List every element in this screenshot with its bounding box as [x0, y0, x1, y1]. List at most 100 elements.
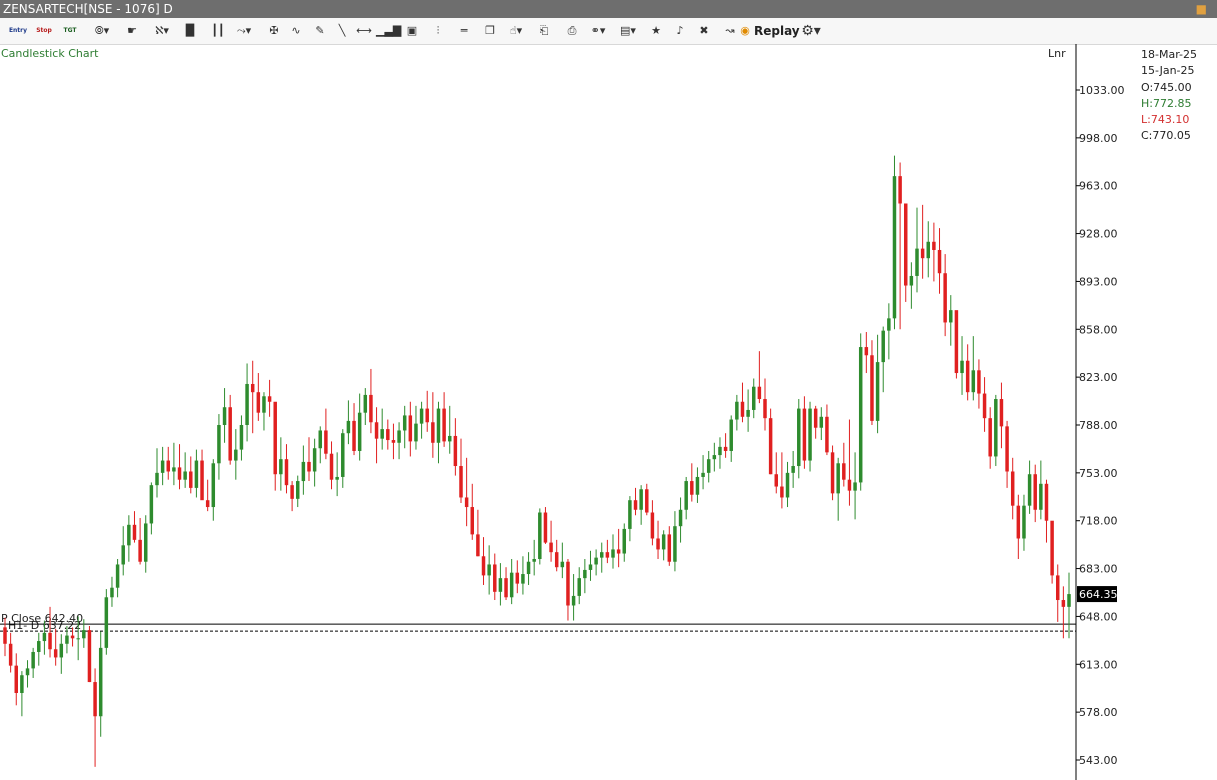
candle-body: [853, 482, 857, 491]
candle-body: [222, 407, 227, 425]
candle-body: [920, 248, 925, 259]
replay-button[interactable]: Replay: [754, 22, 800, 40]
tag-icon[interactable]: ❐: [478, 22, 502, 40]
chart-canvas[interactable]: 1033.00 998.00 963.00 928.00 893.00 858.00 823…: [0, 44, 1217, 780]
candle-body: [476, 534, 480, 557]
info-date-2: 15-Jan-25: [1141, 64, 1195, 78]
candle-body: [588, 564, 593, 570]
candle-body: [1005, 426, 1009, 472]
candle-body: [842, 463, 846, 480]
alert-icon[interactable]: ♪: [668, 22, 692, 40]
volume-icon[interactable]: ▁▃▇: [376, 22, 401, 40]
bar-chart-icon[interactable]: ▐▌: [178, 22, 202, 40]
candle-body: [93, 682, 97, 717]
candle-body: [949, 310, 953, 323]
candle-body: [887, 318, 891, 331]
candle-body: [245, 383, 249, 425]
box-icon[interactable]: ▣: [400, 22, 424, 40]
candle-body: [932, 241, 936, 250]
fib-icon[interactable]: ⫶: [426, 22, 450, 40]
candle-body: [757, 386, 762, 400]
candle-body: [301, 461, 306, 482]
candle-body: [70, 635, 75, 639]
pencil-icon[interactable]: ✎: [308, 22, 332, 40]
candle-body: [295, 481, 300, 499]
candle-body: [1010, 471, 1015, 506]
y-tick-label: 578.00: [1079, 706, 1118, 719]
candle-body: [864, 347, 869, 356]
candle-body: [768, 418, 773, 475]
candle-body: [605, 552, 610, 558]
layout-icon[interactable]: ▤▾: [616, 22, 640, 40]
replay-icon[interactable]: ◉: [738, 22, 752, 40]
candle-body: [436, 408, 441, 443]
candle-body: [982, 393, 987, 419]
candle-body: [509, 572, 514, 598]
y-tick-label: 858.00: [1079, 323, 1118, 336]
stop-tool[interactable]: Stop: [34, 22, 54, 40]
candle-body: [988, 418, 992, 457]
trendline-icon[interactable]: ╲: [330, 22, 354, 40]
study-icon[interactable]: ℵ▾: [150, 22, 174, 40]
candle-body: [53, 649, 58, 658]
candle-body: [661, 534, 666, 550]
candle-body: [740, 401, 745, 417]
candle-body: [701, 472, 705, 477]
indicator-icon[interactable]: ⦾▾: [90, 22, 114, 40]
candle-body: [543, 512, 548, 543]
equal-lines-icon[interactable]: ═: [452, 22, 476, 40]
candle-body: [256, 392, 261, 413]
candle-body: [493, 564, 497, 592]
candle-body: [751, 386, 756, 410]
horizontal-line-icon[interactable]: ⟷: [352, 22, 376, 40]
gear-icon[interactable]: ⚙▾: [798, 22, 824, 40]
candle-body: [881, 330, 885, 363]
candle-body: [481, 556, 486, 576]
title-bar: ZENSARTECH[NSE - 1076] D ■: [0, 0, 1217, 18]
candle-body: [870, 355, 874, 421]
candle-body: [143, 523, 148, 562]
candle-body: [549, 542, 553, 553]
candle-body: [380, 429, 384, 439]
candle-body: [583, 569, 587, 579]
settings-doc-icon[interactable]: ⎙: [560, 22, 584, 40]
window-menu-icon[interactable]: ■: [1196, 0, 1207, 18]
candle-body: [59, 643, 64, 658]
candle-body: [200, 460, 204, 501]
candle-body: [909, 275, 914, 286]
y-tick-label: 823.00: [1079, 371, 1118, 384]
link-icon[interactable]: ⚭▾: [586, 22, 610, 40]
candle-body: [645, 489, 649, 513]
delete-icon[interactable]: ✖: [692, 22, 716, 40]
hand-icon[interactable]: ☝▾: [504, 22, 528, 40]
wave-icon[interactable]: ∿: [284, 22, 308, 40]
candle-body: [1044, 483, 1049, 521]
candle-body: [324, 430, 328, 454]
candle-body: [279, 459, 283, 475]
candle-body: [284, 459, 289, 486]
cursor-icon[interactable]: ☛: [120, 22, 144, 40]
candle-body: [825, 416, 829, 453]
candle-body: [718, 446, 722, 456]
crosshair-icon[interactable]: ✠: [262, 22, 286, 40]
entry-tool[interactable]: Entry: [8, 22, 28, 40]
scale-mode-label[interactable]: Lnr: [1048, 47, 1066, 60]
candle-body: [723, 446, 728, 451]
target-tool[interactable]: TGT: [60, 22, 80, 40]
candle-body: [442, 408, 446, 442]
pattern-icon[interactable]: ⤳▾: [232, 22, 256, 40]
candle-chart-icon[interactable]: ┃┃: [206, 22, 230, 40]
doc-chart-icon[interactable]: ⎗: [532, 22, 556, 40]
candle-body: [166, 460, 171, 472]
candle-body: [76, 638, 80, 640]
candle-body: [205, 500, 210, 508]
toolbar: Entry Stop TGT ⦾▾ ☛ ℵ▾ ▐▌ ┃┃ ⤳▾ ✠ ∿ ✎ ╲ ⟷ ▁▃▇ ▣ ⫶ ═ ❐ ☝▾ ⎗ ⎙ ⚭…: [0, 18, 1217, 45]
candle-body: [836, 463, 840, 494]
star-icon[interactable]: ★: [644, 22, 668, 40]
candle-body: [875, 362, 880, 421]
candle-body: [628, 500, 632, 529]
candle-body: [121, 545, 125, 565]
candle-body: [228, 407, 232, 461]
candle-body: [65, 635, 69, 644]
candle-body: [31, 651, 35, 669]
